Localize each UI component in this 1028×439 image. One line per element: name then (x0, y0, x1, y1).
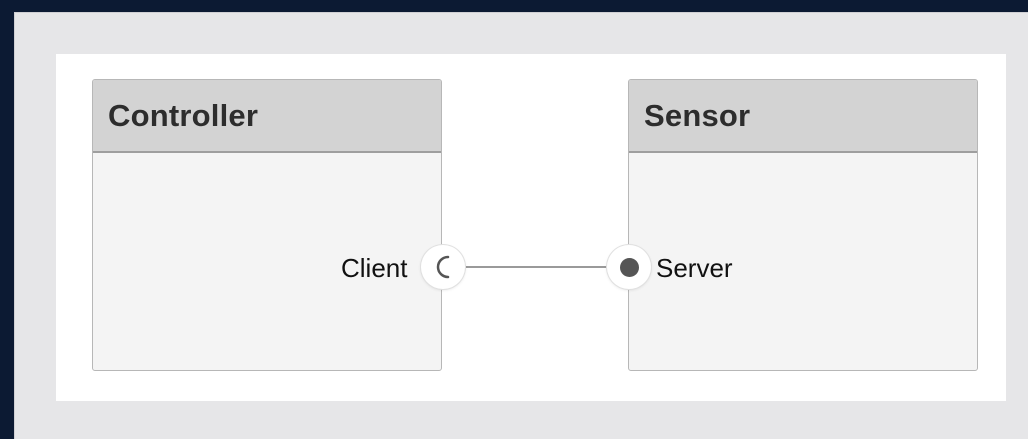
sensor-title: Sensor (644, 97, 751, 133)
controller-header[interactable]: Controller (93, 80, 441, 153)
server-port-label: Server (656, 253, 733, 283)
client-port-icon (436, 255, 450, 279)
sensor-component[interactable]: Sensor (628, 79, 978, 371)
client-server-connector[interactable] (466, 266, 608, 268)
server-port[interactable] (607, 245, 651, 289)
controller-component[interactable]: Controller (92, 79, 442, 371)
client-port[interactable] (421, 245, 465, 289)
sensor-header[interactable]: Sensor (629, 80, 977, 153)
server-port-icon (619, 257, 639, 277)
client-port-label: Client (341, 253, 408, 283)
controller-title: Controller (108, 97, 259, 133)
